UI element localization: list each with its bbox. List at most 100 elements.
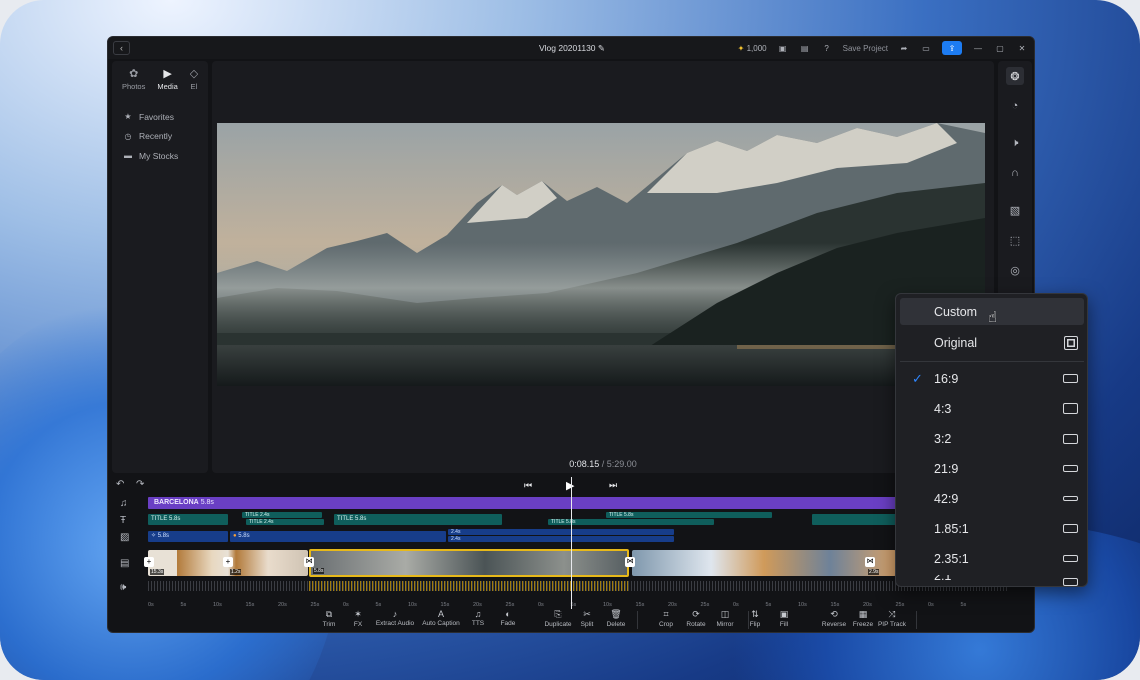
aspect-option-custom[interactable]: Custom ☝ <box>900 298 1084 326</box>
previous-frame-icon[interactable]: ⏮ <box>524 480 532 491</box>
transition-icon[interactable]: ⋈ <box>625 557 635 567</box>
checkmark-icon: ✓ <box>912 370 923 386</box>
next-frame-icon[interactable]: ⏭ <box>609 480 617 491</box>
toolbar-divider <box>748 611 749 629</box>
title-clip[interactable]: TITLE 2.4s <box>246 519 324 525</box>
undo-icon[interactable]: ↶ <box>116 479 124 490</box>
sidebar-item-my-stocks[interactable]: ▬ My Stocks <box>123 146 208 166</box>
speed-icon[interactable]: ◔ <box>1006 97 1024 115</box>
transition-icon[interactable]: ⋈ <box>304 557 314 567</box>
effect-clip[interactable]: 2.4s <box>448 536 674 542</box>
music-clip[interactable]: BARCELONA 5.8s <box>148 497 896 509</box>
extract-audio-button[interactable]: ♪ Extract Audio <box>376 609 414 627</box>
volume-icon[interactable]: 🕨 <box>1006 134 1024 152</box>
video-preview[interactable] <box>217 123 985 386</box>
flip-button[interactable]: ⇅ Flip <box>750 609 760 628</box>
aspect-option-4-3[interactable]: 4:3 <box>900 395 1084 422</box>
aspect-option-2-1[interactable]: 2:1 <box>900 575 1084 586</box>
minimize-icon[interactable]: — <box>972 42 984 54</box>
effect-clip[interactable]: ✧ 5.8s <box>148 531 228 542</box>
maximize-icon[interactable]: ▢ <box>994 42 1006 54</box>
effect-clip[interactable]: ● 5.8s <box>230 531 446 542</box>
freeze-button[interactable]: ▦ Freeze <box>853 609 873 628</box>
crop-button[interactable]: ⌗ Crop <box>659 609 673 628</box>
aspect-option-original[interactable]: Original <box>900 329 1084 356</box>
auto-caption-button[interactable]: A Auto Caption <box>422 609 460 627</box>
help-icon[interactable]: ? <box>821 42 833 54</box>
effect-clip[interactable]: 2.4s <box>448 529 674 535</box>
image-icon[interactable]: ▣ <box>777 42 789 54</box>
transition-icon[interactable]: ⋈ <box>865 557 875 567</box>
fade-icon: ◐ <box>505 609 511 619</box>
title-clip[interactable]: TITLE 2.4s <box>242 512 322 518</box>
tab-media[interactable]: ▶ Media <box>157 67 177 91</box>
add-transition-icon[interactable]: + <box>144 557 154 567</box>
export-button[interactable]: ⇪ <box>942 41 962 55</box>
save-project-button[interactable]: Save Project <box>843 44 888 53</box>
aspect-original-icon <box>1064 335 1078 350</box>
duplicate-button[interactable]: ⎘ Duplicate <box>544 609 571 628</box>
aspect-option-16-9[interactable]: ✓ 16:9 <box>900 365 1084 392</box>
share-icon[interactable]: ➦ <box>898 42 910 54</box>
split-button[interactable]: ✂ Split <box>581 609 594 628</box>
aspect-option-21-9[interactable]: 21:9 <box>900 455 1084 482</box>
video-clip-selected[interactable]: 5.8s <box>309 549 629 577</box>
title-clip[interactable]: TITLE 5.8s <box>148 514 228 525</box>
aspect-option-3-2[interactable]: 3:2 <box>900 425 1084 452</box>
sparkle-icon: ✦ <box>737 43 745 53</box>
fire-icon: ● <box>233 533 237 539</box>
pointer-cursor-icon: ☝ <box>988 309 998 326</box>
title-clip[interactable] <box>812 514 896 525</box>
color-adjust-icon[interactable]: ❂ <box>1006 67 1024 85</box>
fx-button[interactable]: ✶ FX <box>354 609 362 628</box>
music-track-icon: ♫ <box>120 498 128 509</box>
credits[interactable]: ✦ 1,000 <box>738 44 767 53</box>
title-bar: ‹ Vlog 20201130 ✎ ✦ 1,000 ▣ ▤ ? Save Pro… <box>108 37 1034 59</box>
tts-button[interactable]: ♫ TTS <box>472 609 484 627</box>
mirror-icon: ◫ <box>720 609 730 619</box>
fade-button[interactable]: ◐ Fade <box>501 609 516 627</box>
fill-icon: ▣ <box>779 609 789 619</box>
aspect-42-9-icon <box>1063 496 1078 501</box>
aspect-4-3-icon <box>1063 403 1078 414</box>
rotate-button[interactable]: ⟳ Rotate <box>686 609 705 628</box>
trash-icon: 🗑 <box>610 609 622 619</box>
flip-icon: ⇅ <box>751 609 759 619</box>
trim-icon: ⧉ <box>325 609 333 619</box>
sidebar-item-favorites[interactable]: ★ Favorites <box>123 107 208 127</box>
trim-button[interactable]: ⧉ Trim <box>323 609 336 628</box>
blur-icon[interactable]: ◎ <box>1006 261 1024 279</box>
aspect-3-2-icon <box>1063 433 1078 444</box>
audio-effect-icon[interactable]: ∩ <box>1006 164 1024 182</box>
aspect-2-35-icon <box>1063 555 1078 562</box>
caption-icon[interactable]: ▤ <box>799 42 811 54</box>
flower-icon: ✿ <box>129 68 139 80</box>
tab-elements[interactable]: ◇ El <box>190 67 198 91</box>
transform-icon[interactable]: ⬚ <box>1006 231 1024 249</box>
save-icon[interactable]: ▭ <box>920 42 932 54</box>
redo-icon[interactable]: ↷ <box>136 479 144 490</box>
sidebar-item-recently[interactable]: ◷ Recently <box>123 127 208 147</box>
media-library-panel: ✿ Photos ▶ Media ◇ El ★ Favorites ◷ Recently … <box>112 61 208 473</box>
reverse-button[interactable]: ⟲ Reverse <box>822 609 846 628</box>
aspect-1-85-icon <box>1063 524 1078 533</box>
title-clip[interactable]: TITLE 5.8s <box>334 514 502 525</box>
tab-photos[interactable]: ✿ Photos <box>122 67 145 91</box>
title-clip[interactable]: TITLE 5.8s <box>548 519 714 525</box>
preview-panel: 0:08.15 / 5:29.00 <box>212 61 994 473</box>
fill-button[interactable]: ▣ Fill <box>780 609 789 628</box>
aspect-option-2-35-1[interactable]: 2.35:1 <box>900 545 1084 572</box>
close-icon[interactable]: ✕ <box>1016 42 1028 54</box>
title-clip[interactable]: TITLE 5.8s <box>606 512 772 518</box>
delete-button[interactable]: 🗑 Delete <box>607 609 626 628</box>
mirror-button[interactable]: ◫ Mirror <box>717 609 734 628</box>
aspect-option-42-9[interactable]: 42:9 <box>900 485 1084 512</box>
auto-caption-icon: A <box>437 609 444 619</box>
playhead[interactable] <box>571 477 572 609</box>
video-clip[interactable]: 2.9s <box>632 550 896 576</box>
add-transition-icon[interactable]: + <box>223 557 233 567</box>
pip-track-button[interactable]: ⤨ PIP Track <box>878 609 906 628</box>
audio-volume-icon: 🕪 <box>120 582 127 593</box>
filter-icon[interactable]: ▧ <box>1006 201 1024 219</box>
aspect-option-1-85-1[interactable]: 1.85:1 <box>900 515 1084 542</box>
